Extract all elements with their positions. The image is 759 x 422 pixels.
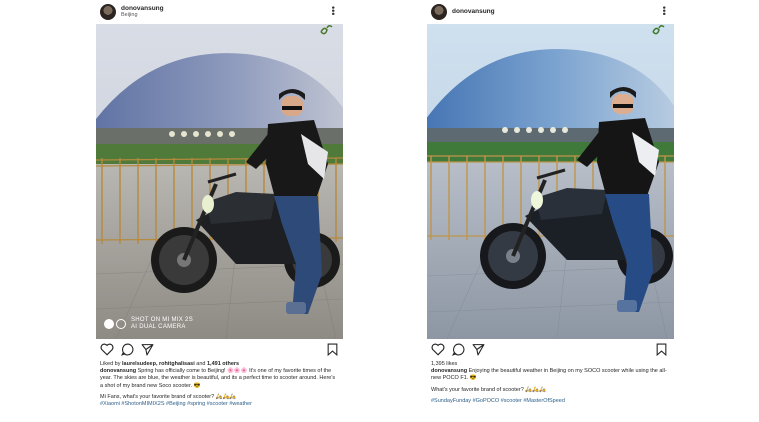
liked-by-and: and (194, 361, 207, 367)
likes-count[interactable]: 1,395 likes (431, 361, 669, 368)
comment-icon[interactable] (121, 343, 134, 356)
username[interactable]: donovansung (452, 8, 495, 16)
caption-text: Enjoying the beautiful weather in Beijin… (431, 368, 667, 382)
liked-by-prefix: Liked by (100, 361, 123, 367)
post-header: donovansung ••• (427, 0, 674, 24)
caption-text: Spring has officially come to Beijing! 🌸… (100, 368, 336, 389)
camera-watermark: SHOT ON MI MIX 2S AI DUAL CAMERA (104, 317, 193, 331)
caption-question: Mi Fans, what's your favorite brand of s… (100, 393, 237, 400)
right-post: donovansung ••• 1,395 likes donovansung … (427, 0, 674, 422)
caption-body: donovansung Enjoying the beautiful weath… (431, 368, 669, 382)
bookmark-icon[interactable] (327, 343, 338, 356)
action-bar (96, 343, 343, 357)
caption-body: donovansung Spring has officially come t… (100, 368, 338, 390)
caption-username[interactable]: donovansung (431, 368, 467, 374)
watermark-line-1: SHOT ON MI MIX 2S (131, 317, 193, 323)
action-bar (427, 343, 674, 357)
post-photo[interactable] (427, 24, 674, 339)
caption-hashtags[interactable]: #Xiaomi #ShotonMIMIX2S #Beijing #spring … (100, 401, 338, 408)
post-photo[interactable]: SHOT ON MI MIX 2S AI DUAL CAMERA (96, 24, 343, 339)
avatar[interactable] (431, 4, 447, 20)
liked-by-names[interactable]: laurelsudeep, rohitghalisasi (122, 361, 195, 367)
caption-username[interactable]: donovansung (100, 368, 136, 374)
heart-icon[interactable] (100, 343, 114, 356)
post-caption: 1,395 likes donovansung Enjoying the bea… (431, 361, 669, 405)
watermark-line-2: AI DUAL CAMERA (131, 324, 186, 330)
photo-scene (96, 24, 343, 339)
caption-question: What's your favorite brand of scooter? 🛵… (431, 386, 546, 393)
post-caption: Liked by laurelsudeep, rohitghalisasi an… (100, 361, 338, 408)
comment-icon[interactable] (452, 343, 465, 356)
watermark-text: SHOT ON MI MIX 2S AI DUAL CAMERA (131, 317, 193, 331)
liked-by-others[interactable]: 1,491 others (207, 361, 239, 367)
left-post: donovansung Beijing ••• SHOT ON MI MIX 2… (96, 0, 343, 422)
caption-hashtags[interactable]: #SundayFunday #GoPOCO #scooter #MasterOf… (431, 398, 669, 405)
photo-scene (427, 24, 674, 339)
post-header: donovansung Beijing ••• (96, 0, 343, 24)
location[interactable]: Beijing (121, 12, 164, 19)
share-icon[interactable] (141, 343, 154, 356)
avatar[interactable] (100, 4, 116, 20)
user-info: donovansung (452, 8, 495, 16)
watermark-circle-icon (104, 319, 114, 329)
more-options-icon[interactable]: ••• (659, 6, 669, 15)
user-info: donovansung Beijing (121, 5, 164, 19)
heart-icon[interactable] (431, 343, 445, 356)
bookmark-icon[interactable] (656, 343, 667, 356)
comparison-page: donovansung Beijing ••• SHOT ON MI MIX 2… (0, 0, 759, 422)
more-options-icon[interactable]: ••• (328, 6, 338, 15)
share-icon[interactable] (472, 343, 485, 356)
watermark-ring-icon (116, 319, 126, 329)
